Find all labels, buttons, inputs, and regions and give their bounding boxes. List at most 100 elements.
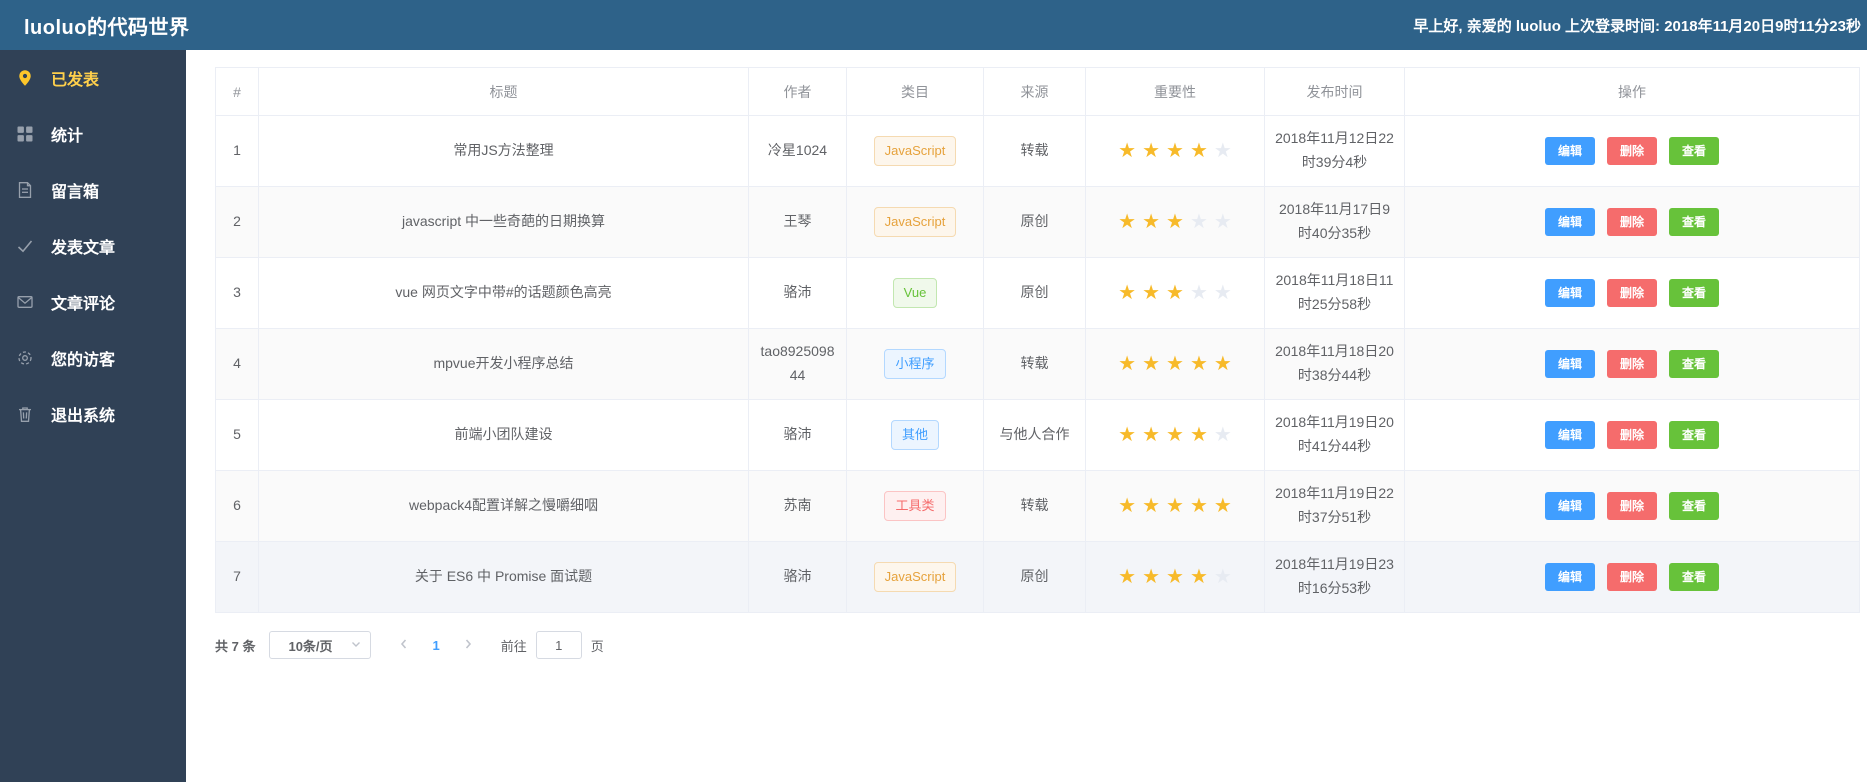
star-filled-icon: ★ (1142, 424, 1161, 446)
table-row: 7 关于 ES6 中 Promise 面试题 骆沛 JavaScript 原创 ★ ★ ★ ★ ★… (215, 541, 1860, 613)
category-tag: JavaScript (873, 207, 957, 237)
sidebar-item-message-box[interactable]: 留言箱 (0, 162, 186, 218)
edit-button[interactable]: 编辑 (1544, 350, 1595, 378)
category-cell: 其他 (846, 399, 984, 471)
actions-cell: 编辑 删除 查看 (1404, 541, 1860, 613)
sidebar-item-logout[interactable]: 退出系统 (0, 386, 186, 442)
author-cell: 骆沛 (748, 399, 847, 471)
article-title-cell: javascript 中一些奇葩的日期换算 (258, 186, 749, 258)
edit-button[interactable]: 编辑 (1544, 279, 1595, 307)
star-empty-icon: ★ (1213, 140, 1232, 162)
star-filled-icon: ★ (1142, 282, 1161, 304)
gear-icon (15, 348, 35, 368)
star-filled-icon: ★ (1166, 353, 1184, 375)
article-title-cell: 前端小团队建设 (258, 399, 749, 471)
view-button[interactable]: 查看 (1669, 563, 1720, 591)
app-title: luoluo的代码世界 (24, 16, 190, 39)
published-time-cell: 2018年11月19日20时41分44秒 (1264, 399, 1405, 471)
star-filled-icon: ★ (1118, 566, 1137, 588)
trash-icon (15, 404, 35, 424)
star-filled-icon: ★ (1166, 424, 1184, 446)
source-cell: 原创 (983, 541, 1086, 613)
view-button[interactable]: 查看 (1669, 279, 1720, 307)
sidebar-item-published[interactable]: 已发表 (0, 50, 186, 106)
sidebar-item-your-visitors[interactable]: 您的访客 (0, 330, 186, 386)
delete-button[interactable]: 删除 (1606, 492, 1657, 520)
star-empty-icon: ★ (1189, 282, 1208, 304)
article-title-cell: vue 网页文字中带#的话题颜色高亮 (258, 257, 749, 329)
delete-button[interactable]: 删除 (1606, 208, 1657, 236)
row-index-cell: 5 (215, 399, 259, 471)
delete-button[interactable]: 删除 (1606, 350, 1657, 378)
row-index-cell: 1 (215, 115, 259, 187)
view-button[interactable]: 查看 (1669, 421, 1720, 449)
table-row: 6 webpack4配置详解之慢嚼细咽 苏南 工具类 转载 ★ ★ ★ ★ ★ 2018年11月19… (215, 470, 1860, 542)
source-cell: 转载 (983, 328, 1086, 400)
table-row: 1 常用JS方法整理 冷星1024 JavaScript 转载 ★ ★ ★ ★ ★ 2018年11月… (215, 115, 1860, 187)
next-page-button[interactable] (451, 638, 485, 653)
main-content: # 标题 作者 类目 来源 重要性 发布时间 操作 1 常用JS方法整理 冷星1024 JavaSc… (186, 50, 1867, 782)
goto-page-input[interactable] (535, 631, 582, 659)
star-filled-icon: ★ (1118, 495, 1137, 517)
sidebar-item-post-article[interactable]: 发表文章 (0, 218, 186, 274)
article-title-cell: webpack4配置详解之慢嚼细咽 (258, 470, 749, 542)
column-header-title: 标题 (258, 67, 749, 116)
sidebar-item-statistics[interactable]: 统计 (0, 106, 186, 162)
star-filled-icon: ★ (1142, 495, 1161, 517)
view-button[interactable]: 查看 (1669, 492, 1720, 520)
star-empty-icon: ★ (1213, 424, 1232, 446)
star-empty-icon: ★ (1189, 211, 1208, 233)
chevron-left-icon (398, 638, 410, 653)
star-filled-icon: ★ (1189, 566, 1208, 588)
row-index-cell: 7 (215, 541, 259, 613)
star-filled-icon: ★ (1189, 140, 1208, 162)
delete-button[interactable]: 删除 (1606, 137, 1657, 165)
edit-button[interactable]: 编辑 (1544, 563, 1595, 591)
star-filled-icon: ★ (1166, 140, 1184, 162)
grid-icon (15, 124, 35, 144)
star-filled-icon: ★ (1189, 495, 1208, 517)
actions-cell: 编辑 删除 查看 (1404, 186, 1860, 258)
column-header-importance: 重要性 (1085, 67, 1265, 116)
category-cell: JavaScript (846, 541, 984, 613)
star-filled-icon: ★ (1213, 495, 1232, 517)
goto-page: 前往 页 (501, 631, 604, 659)
star-filled-icon: ★ (1118, 282, 1137, 304)
view-button[interactable]: 查看 (1669, 137, 1720, 165)
author-cell: 骆沛 (748, 541, 847, 613)
prev-page-button[interactable] (387, 638, 421, 653)
star-filled-icon: ★ (1189, 353, 1208, 375)
published-time-cell: 2018年11月19日22时37分51秒 (1264, 470, 1405, 542)
actions-cell: 编辑 删除 查看 (1404, 257, 1860, 329)
row-index-cell: 3 (215, 257, 259, 329)
category-tag: Vue (892, 278, 938, 308)
table-row: 2 javascript 中一些奇葩的日期换算 王琴 JavaScript 原创 ★ ★ ★ ★… (215, 186, 1860, 258)
star-rating: ★ ★ ★ ★ ★ (1085, 115, 1265, 187)
edit-button[interactable]: 编辑 (1544, 208, 1595, 236)
edit-button[interactable]: 编辑 (1544, 492, 1595, 520)
star-empty-icon: ★ (1213, 566, 1232, 588)
category-tag: 小程序 (884, 349, 946, 379)
edit-button[interactable]: 编辑 (1544, 421, 1595, 449)
delete-button[interactable]: 删除 (1606, 279, 1657, 307)
delete-button[interactable]: 删除 (1606, 421, 1657, 449)
star-filled-icon: ★ (1213, 353, 1232, 375)
current-page: 1 (432, 637, 440, 653)
greeting-text: 早上好, 亲爱的 luoluo 上次登录时间: 2018年11月20日9时11分… (1413, 17, 1861, 35)
delete-button[interactable]: 删除 (1606, 563, 1657, 591)
view-button[interactable]: 查看 (1669, 208, 1720, 236)
page-size-select[interactable]: 10条/页 (269, 631, 372, 659)
edit-button[interactable]: 编辑 (1544, 137, 1595, 165)
article-title-cell: 常用JS方法整理 (258, 115, 749, 187)
actions-cell: 编辑 删除 查看 (1404, 115, 1860, 187)
total-count: 共 7 条 (215, 638, 256, 654)
view-button[interactable]: 查看 (1669, 350, 1720, 378)
star-filled-icon: ★ (1166, 211, 1184, 233)
row-index-cell: 6 (215, 470, 259, 542)
page-number-button[interactable]: 1 (421, 638, 450, 653)
star-rating: ★ ★ ★ ★ ★ (1085, 328, 1265, 400)
star-rating: ★ ★ ★ ★ ★ (1085, 470, 1265, 542)
sidebar-item-article-comments[interactable]: 文章评论 (0, 274, 186, 330)
location-pin-icon (15, 68, 35, 88)
column-header-index: # (215, 67, 259, 116)
